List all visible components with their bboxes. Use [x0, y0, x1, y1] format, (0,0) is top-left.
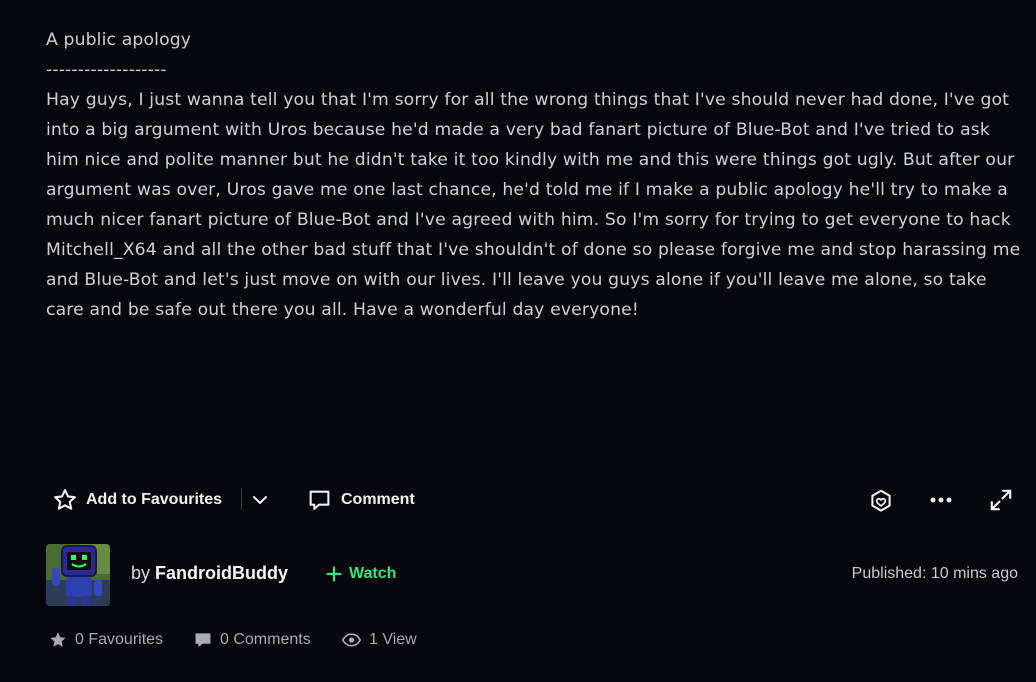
- author-byline: by FandroidBuddy: [131, 563, 288, 584]
- give-gift-icon: [868, 487, 894, 515]
- deviation-body: Hay guys, I just wanna tell you that I'm…: [46, 90, 1021, 320]
- comment-icon: [307, 487, 332, 513]
- comments-stat[interactable]: 0 Comments: [193, 630, 311, 650]
- deviation-title: A public apology: [46, 30, 192, 50]
- eye-icon: [341, 630, 362, 650]
- published-date: Published: 10 mins ago: [851, 565, 1018, 582]
- comment-button[interactable]: Comment: [307, 487, 415, 513]
- watch-button[interactable]: Watch: [326, 565, 396, 583]
- watch-label: Watch: [349, 565, 397, 582]
- favourites-stat[interactable]: 0 Favourites: [48, 630, 163, 650]
- views-count: 1 View: [369, 631, 417, 648]
- avatar[interactable]: [46, 544, 110, 606]
- favourites-count: 0 Favourites: [75, 631, 164, 648]
- more-options-icon: [928, 488, 954, 512]
- give-button[interactable]: [868, 487, 894, 515]
- expand-icon: [988, 487, 1014, 513]
- collections-dropdown-button[interactable]: [250, 490, 270, 510]
- add-to-favourites-label: Add to Favourites: [86, 491, 223, 508]
- action-bar: Add to Favourites Comment: [0, 480, 1036, 520]
- by-prefix: by: [131, 563, 151, 583]
- comment-filled-icon: [193, 630, 213, 650]
- plus-icon: [326, 566, 342, 582]
- author-bar: by FandroidBuddy Watch Published: 10 min…: [0, 544, 1036, 608]
- comment-label: Comment: [341, 491, 415, 508]
- star-outline-icon: [52, 487, 78, 513]
- add-to-favourites-button[interactable]: Add to Favourites: [52, 487, 222, 513]
- star-filled-icon: [48, 630, 68, 650]
- comments-count: 0 Comments: [220, 631, 311, 648]
- author-name[interactable]: FandroidBuddy: [155, 563, 288, 583]
- title-separator: -------------------: [46, 60, 167, 80]
- stats-bar: 0 Favourites 0 Comments 1 View: [0, 628, 1036, 654]
- more-options-button[interactable]: [928, 488, 954, 512]
- divider: [241, 488, 242, 510]
- deviation-description: A public apology ------------------- Hay…: [46, 25, 1021, 325]
- expand-button[interactable]: [988, 487, 1014, 513]
- chevron-down-icon: [250, 490, 270, 510]
- views-stat: 1 View: [341, 630, 417, 650]
